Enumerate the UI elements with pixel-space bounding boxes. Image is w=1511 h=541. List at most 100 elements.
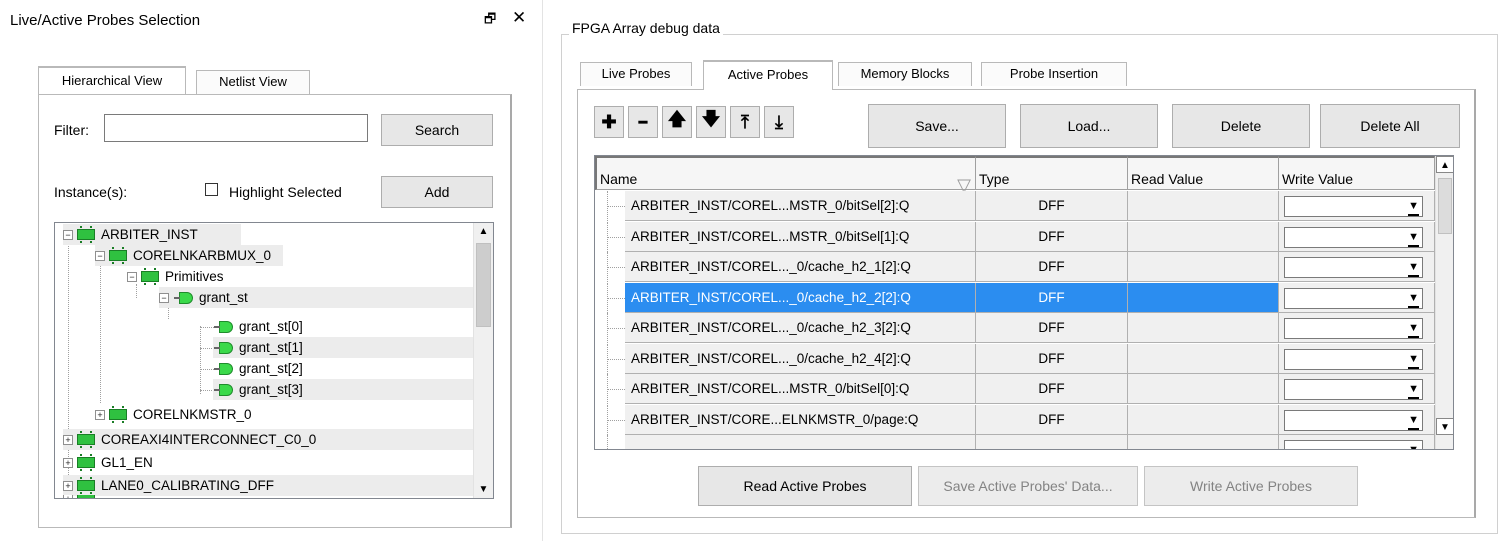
probe-name-cell[interactable]: ARBITER_INST/COREL..._0/cache_h2_4[2]:Q [625, 343, 976, 374]
tree-node[interactable]: grant_st[3] [213, 379, 479, 400]
read-value-cell [1128, 252, 1279, 282]
write-value-dropdown[interactable]: ▼ [1284, 226, 1423, 248]
write-value-dropdown[interactable]: ▼ [1284, 440, 1423, 449]
write-value-dropdown[interactable]: ▼ [1284, 318, 1423, 339]
write-active-probes-button[interactable]: Write Active Probes [1144, 466, 1358, 506]
tree-node[interactable]: grant_st[2] [214, 358, 479, 379]
probe-name-cell[interactable]: ARBITER_INST/COREL...MSTR_0/bitSel[2]:Q [625, 191, 976, 221]
probe-name-cell[interactable]: ARBITER_INST/COREL..._0/cache_h2_3[2]:Q [625, 313, 976, 343]
dropdown-arrow-icon[interactable]: ▼ [1408, 291, 1419, 308]
write-value-dropdown[interactable]: ▼ [1284, 257, 1423, 278]
probe-name-cell[interactable]: ARBITER_INST/COREL...MSTR_0/bitSel[1]:Q [625, 221, 976, 252]
save-active-probes-data-button[interactable]: Save Active Probes' Data... [918, 466, 1138, 506]
scroll-down-icon[interactable]: ▼ [1436, 418, 1453, 435]
collapse-icon[interactable]: − [159, 292, 169, 303]
dropdown-arrow-icon[interactable]: ▼ [1408, 260, 1419, 277]
tree-node[interactable]: + COREAXI4INTERCONNECT_C0_0 [63, 429, 479, 450]
save-button[interactable]: Save... [868, 104, 1006, 148]
table-row[interactable]: ARBITER_INST/COREL..._0/cache_h2_3[2]:Q D… [595, 313, 1437, 343]
float-window-icon[interactable]: 🗗 [484, 10, 496, 32]
delete-all-button[interactable]: Delete All [1320, 104, 1460, 148]
tab-hierarchical-view[interactable]: Hierarchical View [38, 66, 186, 94]
write-value-dropdown[interactable]: ▼ [1284, 348, 1423, 370]
column-header-write-value[interactable]: Write Value [1279, 156, 1435, 190]
column-header-read-value[interactable]: Read Value [1128, 156, 1279, 190]
add-button[interactable]: Add [381, 176, 493, 208]
move-to-top-icon[interactable]: ⤒ [730, 106, 760, 138]
move-to-bottom-icon[interactable]: ⤓ [764, 106, 794, 138]
table-row[interactable]: ARBITER_INST/COREL..._0/cache_h2_1[2]:Q D… [595, 252, 1437, 282]
expand-icon[interactable]: + [63, 434, 73, 445]
filter-input[interactable] [104, 114, 368, 142]
write-value-dropdown[interactable]: ▼ [1284, 409, 1423, 431]
tab-active-probes[interactable]: Active Probes [703, 60, 833, 90]
dropdown-arrow-icon[interactable]: ▼ [1408, 413, 1419, 430]
add-probe-icon[interactable]: ✚ [594, 106, 624, 138]
dropdown-arrow-icon[interactable]: ▼ [1408, 382, 1419, 399]
dropdown-arrow-icon[interactable]: ▼ [1408, 321, 1419, 338]
tree-node[interactable]: − Primitives [127, 266, 267, 287]
instance-tree[interactable]: − ARBITER_INST − CORELNKARBMUX_0 − Primi… [54, 222, 494, 499]
collapse-icon[interactable]: − [95, 250, 105, 261]
dropdown-arrow-icon[interactable]: ▼ [1408, 230, 1419, 247]
table-row[interactable]: ARBITER_INST/COREL...MSTR_0/bitSel[1]:Q D… [595, 221, 1437, 252]
table-row[interactable]: ARBITER_INST/CORE...ELNKMSTR_0/page:Q DFF… [595, 404, 1437, 435]
dropdown-arrow-icon[interactable]: ▼ [1408, 443, 1419, 449]
expand-icon[interactable]: + [63, 457, 73, 468]
scroll-down-icon[interactable]: ▼ [474, 481, 493, 498]
write-value-dropdown[interactable]: ▼ [1284, 379, 1423, 400]
tab-memory-blocks[interactable]: Memory Blocks [838, 62, 972, 86]
tree-node[interactable]: − ARBITER_INST [63, 224, 241, 245]
column-header-name[interactable]: Name ▽ [595, 156, 976, 195]
table-row[interactable]: ARBITER_INST/COREL...MSTR_0/bitSel[2]:Q D… [595, 191, 1437, 221]
read-active-probes-button[interactable]: Read Active Probes [698, 466, 912, 506]
tab-probe-insertion[interactable]: Probe Insertion [981, 62, 1127, 86]
tree-node[interactable]: + LANE0_CALIBRATING_DFF [63, 475, 479, 496]
table-row[interactable]: ▼ [595, 435, 1437, 449]
column-header-type[interactable]: Type [976, 156, 1128, 190]
search-button[interactable]: Search [381, 114, 493, 146]
probe-name-cell[interactable]: ARBITER_INST/COREL..._0/cache_h2_1[2]:Q [625, 252, 976, 282]
tab-netlist-view[interactable]: Netlist View [196, 70, 310, 94]
tree-node[interactable]: − grant_st [159, 287, 479, 308]
probe-name-cell[interactable]: ARBITER_INST/CORE...ELNKMSTR_0/page:Q [625, 404, 976, 435]
table-row[interactable]: ARBITER_INST/COREL...MSTR_0/bitSel[0]:Q D… [595, 374, 1437, 404]
move-down-icon[interactable]: 🡇 [696, 106, 726, 138]
write-value-dropdown[interactable]: ▼ [1284, 287, 1423, 309]
table-scrollbar[interactable]: ▲ ▼ [1435, 156, 1453, 449]
load-button[interactable]: Load... [1020, 104, 1158, 148]
collapse-icon[interactable]: − [63, 229, 73, 240]
scroll-up-icon[interactable]: ▲ [474, 223, 493, 240]
move-up-icon[interactable]: 🡅 [662, 106, 692, 138]
remove-probe-icon[interactable]: ━ [628, 106, 658, 138]
table-row[interactable]: ARBITER_INST/COREL..._0/cache_h2_2[2]:Q D… [595, 282, 1437, 313]
read-value-cell [1128, 374, 1279, 404]
scroll-up-icon[interactable]: ▲ [1436, 156, 1453, 173]
delete-button[interactable]: Delete [1172, 104, 1310, 148]
write-value-dropdown[interactable]: ▼ [1284, 196, 1423, 217]
scroll-thumb[interactable] [1438, 178, 1452, 234]
tree-node[interactable]: − CORELNKARBMUX_0 [95, 245, 283, 266]
tree-node[interactable]: + GL1_EN [63, 452, 263, 473]
probe-name-cell[interactable] [625, 435, 976, 449]
probe-type-cell: DFF [976, 221, 1128, 252]
highlight-selected-checkbox[interactable] [205, 183, 218, 196]
dropdown-arrow-icon[interactable]: ▼ [1408, 199, 1419, 216]
close-icon[interactable]: ✕ [512, 8, 526, 28]
tree-node[interactable]: grant_st[1] [213, 337, 479, 358]
write-value-cell: ▼ [1279, 221, 1435, 252]
tab-live-probes[interactable]: Live Probes [580, 62, 692, 86]
tree-node[interactable]: grant_st[0] [214, 316, 479, 337]
table-row[interactable]: ARBITER_INST/COREL..._0/cache_h2_4[2]:Q D… [595, 343, 1437, 374]
probe-name-cell[interactable]: ARBITER_INST/COREL..._0/cache_h2_2[2]:Q [625, 282, 976, 313]
dropdown-arrow-icon[interactable]: ▼ [1408, 352, 1419, 369]
tree-node[interactable]: + CORELNKMSTR_0 [95, 404, 295, 425]
collapse-icon[interactable]: − [127, 271, 137, 282]
tree-scrollbar[interactable]: ▲ ▼ [473, 223, 493, 498]
expand-icon[interactable]: + [95, 409, 105, 420]
write-value-cell: ▼ [1279, 404, 1435, 435]
scroll-thumb[interactable] [476, 243, 491, 327]
active-probes-table[interactable]: Name ▽ Type Read Value Write Value ARBIT… [594, 155, 1454, 450]
probe-name-cell[interactable]: ARBITER_INST/COREL...MSTR_0/bitSel[0]:Q [625, 374, 976, 404]
expand-icon[interactable]: + [63, 480, 73, 491]
